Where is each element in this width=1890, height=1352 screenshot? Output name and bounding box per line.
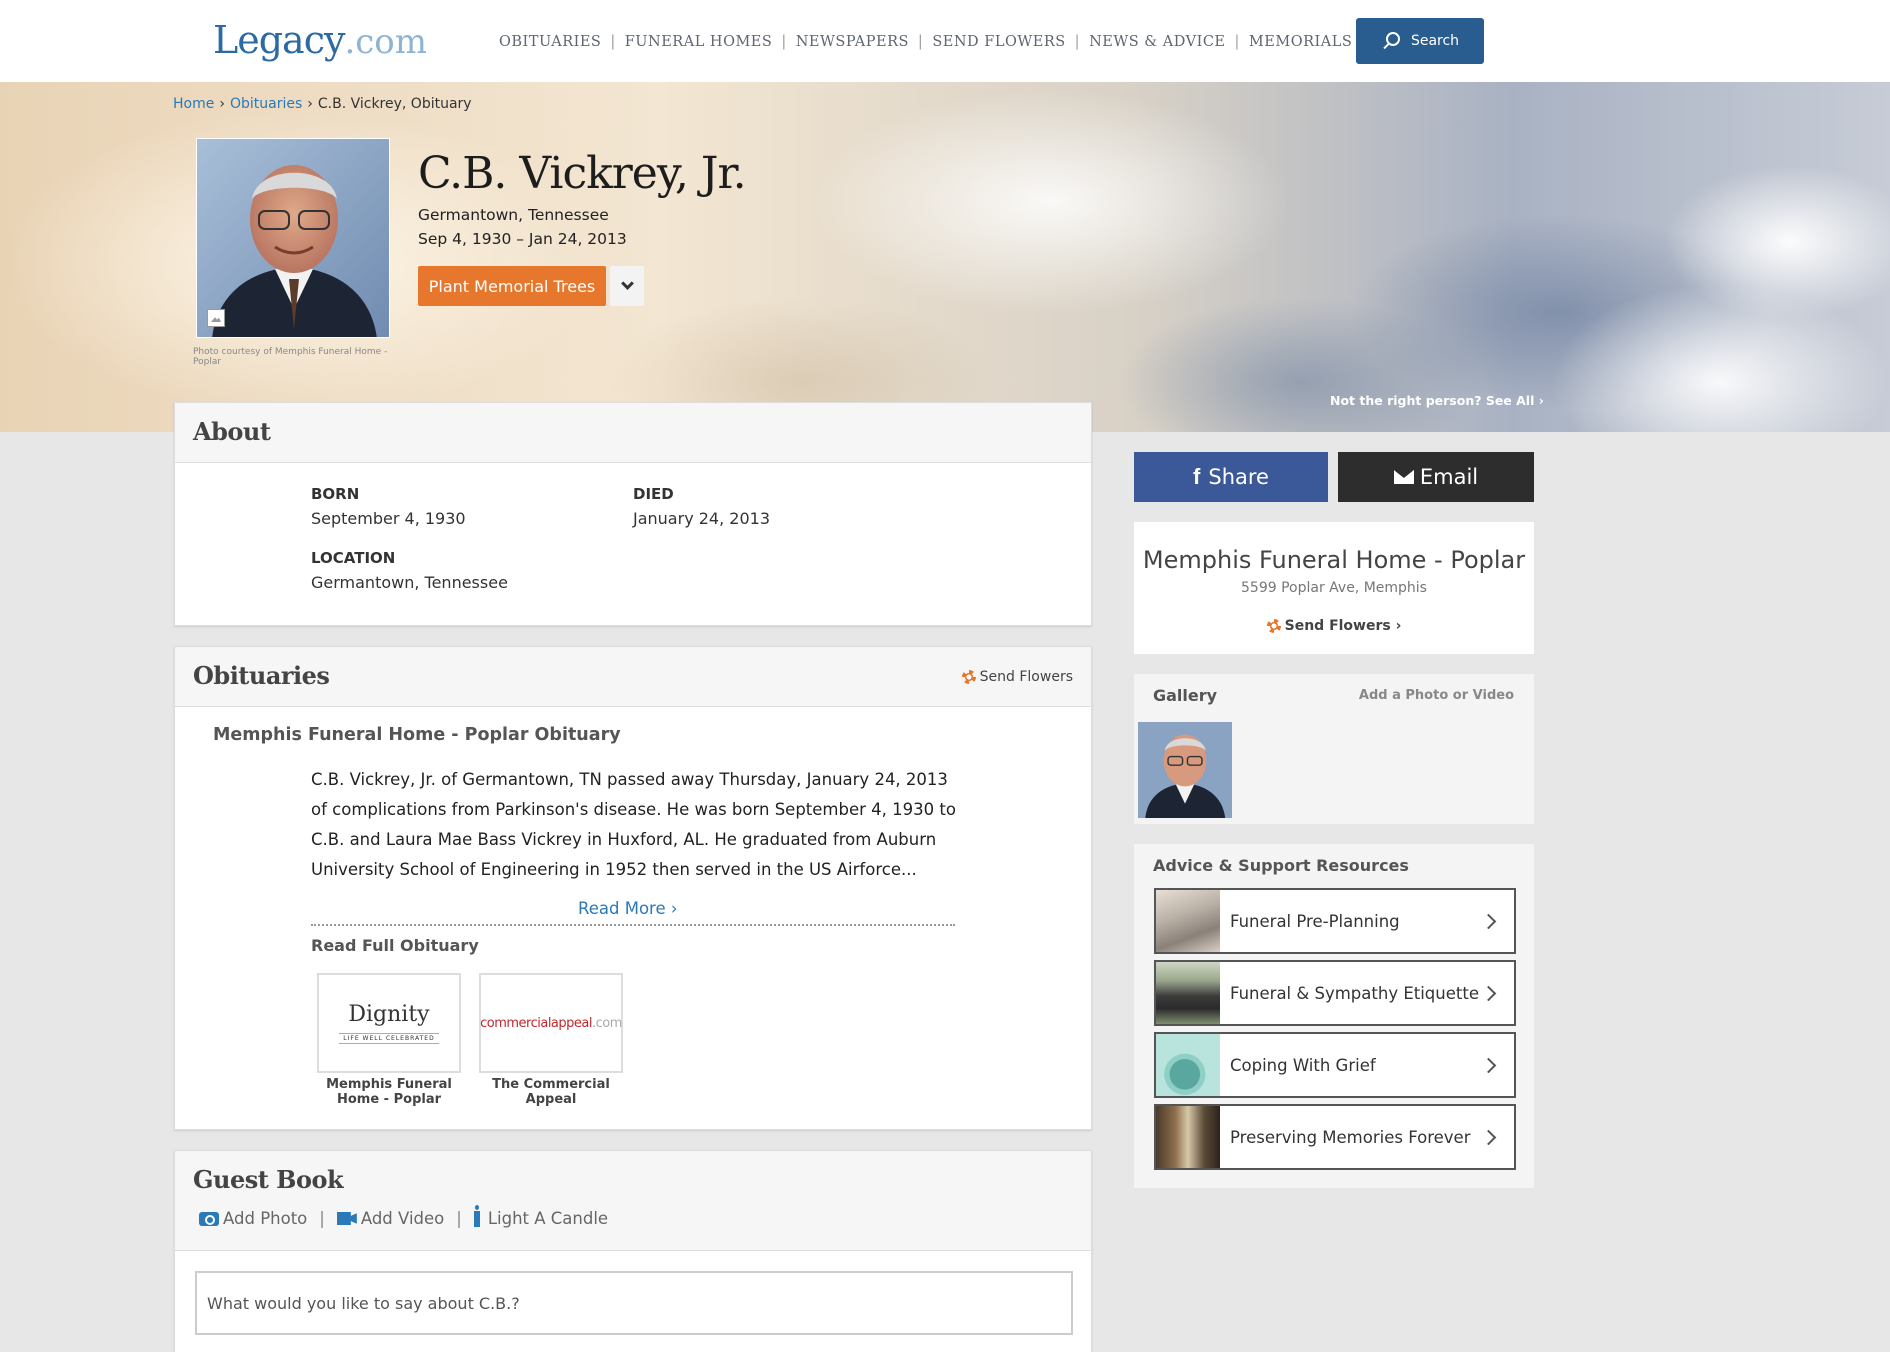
about-card: About BORN September 4, 1930 DIED Januar… <box>174 402 1092 626</box>
advice-thumbnail <box>1156 1106 1220 1168</box>
add-photo-or-video-link[interactable]: Add a Photo or Video <box>1359 688 1514 703</box>
advice-thumbnail <box>1156 962 1220 1024</box>
funeral-home-name[interactable]: Memphis Funeral Home - Poplar <box>1134 546 1534 574</box>
chevron-right-icon <box>1480 985 1497 1001</box>
funeral-home-address: 5599 Poplar Ave, Memphis <box>1241 580 1427 596</box>
guest-book-title: Guest Book <box>193 1165 344 1194</box>
born-label: BORN <box>311 485 360 503</box>
send-flowers-link[interactable]: Send Flowers <box>961 669 1073 685</box>
light-candle-button[interactable]: Light A Candle <box>473 1204 608 1228</box>
nav-news-advice[interactable]: NEWS & ADVICE <box>1089 34 1225 50</box>
add-photo-button[interactable]: Add Photo <box>199 1209 307 1228</box>
died-value: January 24, 2013 <box>633 509 770 528</box>
breadcrumb-current: C.B. Vickrey, Obituary <box>317 96 472 112</box>
candle-icon <box>473 1204 480 1227</box>
funeral-home-card: Memphis Funeral Home - Poplar 5599 Popla… <box>1134 522 1534 654</box>
obituaries-title: Obituaries <box>193 661 330 690</box>
advice-thumbnail <box>1156 890 1220 952</box>
obituaries-card: Obituaries Send Flowers Memphis Funeral … <box>174 646 1092 1130</box>
portrait-photo[interactable] <box>196 138 390 338</box>
photo-icon[interactable] <box>207 309 225 327</box>
chevron-right-icon <box>1480 1129 1497 1145</box>
video-icon <box>336 1212 357 1225</box>
flower-icon <box>1266 619 1281 633</box>
read-full-obituary-label: Read Full Obituary <box>311 936 479 955</box>
search-button[interactable]: Search <box>1356 18 1484 64</box>
breadcrumb-home[interactable]: Home <box>173 96 214 112</box>
breadcrumb: Home › Obituaries › C.B. Vickrey, Obituary <box>173 96 472 112</box>
about-title: About <box>193 417 271 446</box>
add-video-button[interactable]: Add Video <box>336 1209 444 1228</box>
advice-item-coping-with-grief[interactable]: Coping With Grief <box>1154 1032 1516 1098</box>
nav-newspapers[interactable]: NEWSPAPERS <box>796 34 909 50</box>
gallery-title: Gallery <box>1153 686 1218 705</box>
obituary-subtitle: Memphis Funeral Home - Poplar Obituary <box>213 725 621 745</box>
guest-book-input[interactable] <box>195 1271 1073 1335</box>
main-nav: OBITUARIES | FUNERAL HOMES | NEWSPAPERS | S… <box>499 34 1353 50</box>
obituary-text: C.B. Vickrey, Jr. of Germantown, TN pass… <box>311 770 956 879</box>
deceased-name: C.B. Vickrey, Jr. <box>418 148 747 199</box>
read-more-link[interactable]: Read More › <box>578 899 677 918</box>
location-label: LOCATION <box>311 549 396 567</box>
deceased-location: Germantown, Tennessee <box>418 206 609 224</box>
source-dignity-logo[interactable]: Dignity LIFE WELL CELEBRATED <box>317 973 461 1073</box>
chevron-right-icon <box>1480 913 1497 929</box>
chevron-down-icon <box>620 277 634 290</box>
source-commercial-appeal-logo[interactable]: commercialappeal.com <box>479 973 623 1073</box>
funeral-home-send-flowers-link[interactable]: Send Flowers › <box>1134 618 1534 634</box>
died-label: DIED <box>633 485 674 503</box>
facebook-icon: f <box>1193 464 1201 489</box>
advice-title: Advice & Support Resources <box>1153 856 1409 875</box>
gallery-thumbnail[interactable] <box>1138 722 1232 818</box>
plant-memorial-trees-button[interactable]: Plant Memorial Trees <box>418 266 606 306</box>
advice-thumbnail <box>1156 1034 1220 1096</box>
source-label[interactable]: The Commercial Appeal <box>476 1077 626 1107</box>
nav-obituaries[interactable]: OBITUARIES <box>499 34 601 50</box>
site-header: Legacy.com OBITUARIES | FUNERAL HOMES | NE… <box>0 0 1890 82</box>
nav-send-flowers[interactable]: SEND FLOWERS <box>932 34 1065 50</box>
legacy-logo[interactable]: Legacy.com <box>213 18 427 62</box>
email-button[interactable]: Email <box>1338 452 1534 502</box>
born-value: September 4, 1930 <box>311 509 466 528</box>
facebook-share-button[interactable]: f Share <box>1134 452 1328 502</box>
source-label[interactable]: Memphis Funeral Home - Poplar <box>314 1077 464 1107</box>
guest-book-card: Guest Book Add Photo | Add Video | Light… <box>174 1150 1092 1352</box>
advice-item-funeral-sympathy-etiquette[interactable]: Funeral & Sympathy Etiquette <box>1154 960 1516 1026</box>
see-all-link[interactable]: Not the right person? See All › <box>1330 393 1544 408</box>
search-icon <box>1381 32 1400 50</box>
photo-credit: Photo courtesy of Memphis Funeral Home -… <box>193 347 388 367</box>
guest-book-actions: Add Photo | Add Video | Light A Candle <box>199 1204 608 1228</box>
chevron-right-icon <box>1480 1057 1497 1073</box>
deceased-dates: Sep 4, 1930 – Jan 24, 2013 <box>418 230 627 248</box>
breadcrumb-obituaries[interactable]: Obituaries <box>230 96 302 112</box>
nav-memorials[interactable]: MEMORIALS <box>1249 34 1352 50</box>
flower-icon <box>961 670 976 684</box>
camera-icon <box>199 1211 219 1226</box>
envelope-icon <box>1393 470 1414 484</box>
advice-card: Advice & Support Resources Funeral Pre-P… <box>1134 844 1534 1188</box>
nav-funeral-homes[interactable]: FUNERAL HOMES <box>625 34 773 50</box>
more-options-button[interactable] <box>610 266 644 306</box>
divider <box>311 924 955 926</box>
advice-item-preserving-memories[interactable]: Preserving Memories Forever <box>1154 1104 1516 1170</box>
location-value: Germantown, Tennessee <box>311 573 508 592</box>
advice-item-funeral-pre-planning[interactable]: Funeral Pre-Planning <box>1154 888 1516 954</box>
